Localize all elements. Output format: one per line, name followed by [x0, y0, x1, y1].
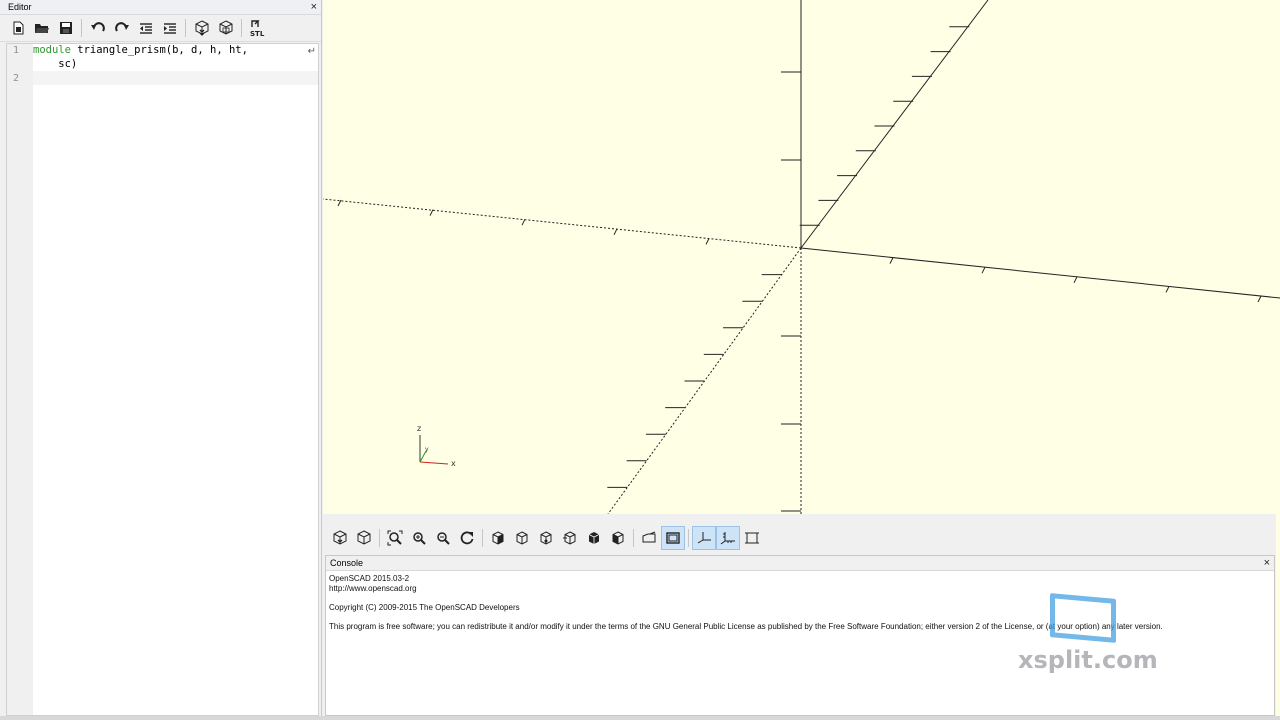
zoom-out-icon[interactable] [431, 526, 455, 550]
preview-icon[interactable] [190, 17, 213, 40]
axis-indicator: z y x [417, 424, 456, 468]
watermark-text: xsplit.com [1018, 646, 1158, 674]
orthogonal-icon[interactable] [661, 526, 685, 550]
editor-panel: Editor × STL 1 2 module triangle_prism(b… [0, 0, 322, 716]
view-left-icon[interactable] [558, 526, 582, 550]
console-line: http://www.openscad.org [329, 584, 417, 593]
toolbar-separator [241, 19, 242, 37]
line-number: 1 [13, 45, 20, 56]
export-stl-icon[interactable]: STL [246, 17, 269, 40]
console-close-button[interactable]: × [1264, 556, 1270, 571]
new-file-icon[interactable] [6, 17, 29, 40]
x-axis [800, 247, 1280, 299]
toolbar-separator [81, 19, 82, 37]
view-back-icon[interactable] [606, 526, 630, 550]
code-text: triangle_prism(b, d, h, ht, [70, 44, 248, 56]
perspective-icon[interactable] [637, 526, 661, 550]
view-front-icon[interactable] [582, 526, 606, 550]
code-text: sc) [33, 58, 78, 70]
scale-tick [705, 238, 710, 245]
console-line: OpenSCAD 2015.03-2 [329, 574, 410, 583]
toolbar-separator [688, 529, 689, 547]
line-number: 2 [13, 73, 20, 84]
render-icon[interactable] [214, 17, 237, 40]
toolbar-separator [379, 529, 380, 547]
render-icon[interactable] [352, 526, 376, 550]
x-axis-negative [323, 198, 802, 249]
view-top-icon[interactable] [510, 526, 534, 550]
code-editor[interactable]: 1 2 module triangle_prism(b, d, h, ht, s… [6, 43, 319, 716]
reset-view-icon[interactable] [455, 526, 479, 550]
view-right-icon[interactable] [486, 526, 510, 550]
xsplit-logo-icon [1050, 593, 1116, 643]
current-line-highlight [33, 71, 318, 85]
scale-tick [1165, 286, 1170, 293]
3d-viewport[interactable]: z y x [323, 0, 1280, 514]
preview-icon[interactable] [328, 526, 352, 550]
svg-text:x: x [451, 459, 456, 468]
y-axis [800, 0, 989, 249]
undo-icon[interactable] [86, 17, 109, 40]
toolbar-separator [185, 19, 186, 37]
show-scale-markers-icon[interactable] [716, 526, 740, 550]
view-all-icon[interactable] [383, 526, 407, 550]
console-title: Console [330, 558, 364, 568]
status-bar [0, 716, 1280, 720]
code-keyword: module [33, 44, 71, 56]
svg-text:STL: STL [250, 30, 265, 38]
line-number-gutter: 1 2 [7, 44, 33, 715]
zoom-in-icon[interactable] [407, 526, 431, 550]
scale-tick [889, 257, 894, 264]
word-wrap-icon: ↵ [307, 46, 316, 57]
redo-icon[interactable] [110, 17, 133, 40]
view-bottom-icon[interactable] [534, 526, 558, 550]
viewport-edge [1276, 514, 1280, 716]
console-title-bar: Console × [326, 556, 1274, 571]
openscad-window: Editor × STL 1 2 module triangle_prism(b… [0, 0, 1280, 720]
xsplit-watermark: xsplit.com [1018, 593, 1158, 678]
scale-markers [337, 26, 1262, 512]
scale-tick [613, 228, 618, 236]
scale-tick [1073, 276, 1078, 284]
scale-tick [521, 218, 526, 226]
toolbar-separator [633, 529, 634, 547]
code-line: sc) [33, 58, 77, 70]
svg-text:z: z [417, 424, 421, 433]
show-axes-icon[interactable] [692, 526, 716, 550]
indent-icon[interactable] [158, 17, 181, 40]
scale-tick [981, 266, 986, 274]
unindent-icon[interactable] [134, 17, 157, 40]
view-toolbar [325, 524, 1275, 552]
code-line: module triangle_prism(b, d, h, ht, [33, 44, 248, 56]
editor-title-bar: Editor × [0, 0, 321, 15]
editor-title: Editor [8, 2, 32, 12]
axes-canvas: z y x [323, 0, 1280, 514]
toolbar-separator [482, 529, 483, 547]
scale-tick [1257, 295, 1262, 303]
show-edges-icon[interactable] [740, 526, 764, 550]
editor-close-button[interactable]: × [311, 0, 317, 15]
editor-toolbar: STL [0, 15, 321, 42]
save-icon[interactable] [54, 17, 77, 40]
svg-text:y: y [425, 446, 429, 453]
open-file-icon[interactable] [30, 17, 53, 40]
